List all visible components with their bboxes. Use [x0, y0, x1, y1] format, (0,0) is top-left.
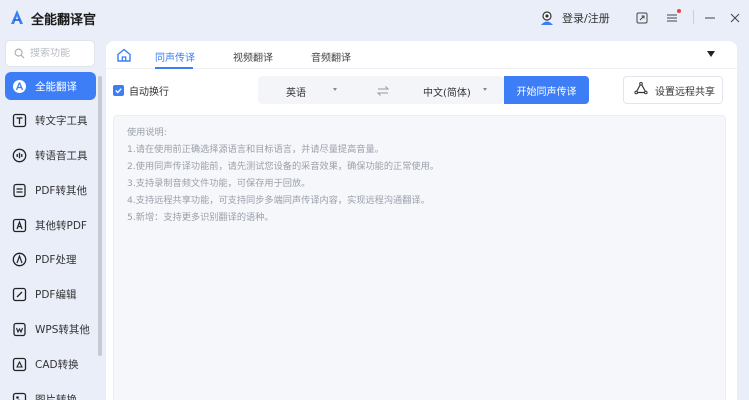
instruction-line: 1.请在使用前正确选择源语言和目标语言，并请尽量提高音量。	[127, 144, 384, 155]
sidebar-item-label: WPS转其他	[35, 324, 90, 337]
login-label: 登录/注册	[562, 12, 610, 25]
tab-audio[interactable]: 音频翻译	[311, 49, 351, 64]
notification-dot	[677, 9, 681, 13]
transcript-area[interactable]: 使用说明: 1.请在使用前正确选择源语言和目标语言，并请尽量提高音量。 2.使用…	[113, 115, 726, 400]
toolbar: 自动换行 英语 中文(简体) 开始同声传译 设置远程共享	[106, 76, 737, 106]
sidebar-item-pdf-process[interactable]: PDF处理	[5, 246, 96, 274]
to-pdf-icon	[12, 218, 27, 233]
minimize-icon[interactable]	[701, 9, 719, 27]
instructions-title: 使用说明:	[127, 127, 167, 138]
app-title: 全能翻译官	[31, 13, 97, 28]
start-interpretation-button[interactable]: 开始同声传译	[504, 76, 589, 104]
target-language-select[interactable]: 中文(简体)	[423, 84, 471, 99]
sidebar-item-voice-tool[interactable]: 转语音工具	[5, 142, 96, 170]
expand-icon[interactable]	[633, 9, 651, 27]
remote-share-button[interactable]: 设置远程共享	[623, 76, 723, 104]
instruction-line: 2.使用同声传译功能前，请先测试您设备的采音效果，确保功能的正常使用。	[127, 161, 439, 172]
source-language-select[interactable]: 英语	[286, 84, 306, 99]
search-box[interactable]	[5, 40, 95, 67]
text-tool-icon	[12, 113, 27, 128]
active-tab-indicator	[155, 67, 193, 69]
translate-icon	[12, 79, 27, 94]
sidebar-item-label: 图片转换	[35, 393, 77, 400]
home-icon[interactable]	[116, 47, 132, 63]
sidebar-item-to-pdf[interactable]: 其他转PDF	[5, 211, 96, 239]
app-logo-icon	[8, 8, 26, 26]
sidebar-item-wps-convert[interactable]: WPS转其他	[5, 316, 96, 344]
title-bar: 全能翻译官 登录/注册	[0, 0, 749, 36]
sidebar-item-label: PDF编辑	[35, 289, 77, 302]
voice-tool-icon	[12, 148, 27, 163]
tab-simultaneous[interactable]: 同声传译	[155, 49, 195, 64]
sidebar-item-pdf-convert[interactable]: PDF转其他	[5, 176, 96, 204]
instruction-line: 3.支持录制音频文件功能，可保存用于回放。	[127, 178, 311, 189]
titlebar-divider	[693, 10, 694, 24]
sidebar-item-cad-convert[interactable]: CAD转换	[5, 350, 96, 378]
chevron-down-icon[interactable]	[707, 51, 715, 57]
pdf-convert-icon	[12, 183, 27, 198]
source-caret-icon	[333, 88, 337, 91]
sidebar-item-image-convert[interactable]: 图片转换	[5, 385, 96, 400]
tabs-bar: 同声传译 视频翻译 音频翻译	[106, 41, 737, 69]
target-caret-icon	[483, 88, 487, 91]
search-icon	[14, 44, 25, 63]
login-button[interactable]: 登录/注册	[533, 6, 619, 30]
checkbox-checked-icon[interactable]	[113, 85, 124, 96]
remote-share-label: 设置远程共享	[655, 86, 715, 98]
tab-video[interactable]: 视频翻译	[233, 49, 273, 64]
sidebar-item-label: 转语音工具	[35, 150, 88, 163]
sidebar-item-label: 全能翻译	[35, 80, 77, 93]
sidebar-item-label: CAD转换	[35, 358, 79, 371]
nav-list: 全能翻译 转文字工具 转语音工具 PDF转其他 其他转PDF PDF处理 PDF…	[5, 72, 96, 400]
auto-wrap-checkbox[interactable]: 自动换行	[113, 83, 169, 98]
sidebar-item-label: 其他转PDF	[35, 219, 87, 232]
sidebar: 全能翻译 转文字工具 转语音工具 PDF转其他 其他转PDF	[0, 36, 104, 400]
pdf-process-icon	[12, 252, 27, 267]
sidebar-item-text-tool[interactable]: 转文字工具	[5, 107, 96, 135]
swap-icon[interactable]	[376, 83, 390, 97]
main-panel: 同声传译 视频翻译 音频翻译 自动换行 英语 中文(简体) 开始同声传译 设置远…	[106, 41, 737, 400]
cad-convert-icon	[12, 357, 27, 372]
auto-wrap-label: 自动换行	[129, 87, 169, 98]
language-selector: 英语 中文(简体)	[258, 76, 504, 104]
share-icon	[634, 81, 648, 99]
sidebar-item-label: PDF处理	[35, 254, 77, 267]
sidebar-scrollbar[interactable]	[98, 76, 102, 356]
instruction-line: 5.新增：支持更多识别翻译的语种。	[127, 212, 274, 223]
close-icon[interactable]	[726, 9, 744, 27]
sidebar-item-label: 转文字工具	[35, 115, 88, 128]
user-avatar-icon	[538, 9, 556, 27]
instruction-line: 4.支持远程共享功能，可支持同步多端同声传译内容，实现远程沟通翻译。	[127, 195, 430, 206]
pdf-edit-icon	[12, 287, 27, 302]
search-input[interactable]	[30, 48, 90, 59]
wps-convert-icon	[12, 322, 27, 337]
image-convert-icon	[12, 392, 27, 400]
sidebar-item-translate[interactable]: 全能翻译	[5, 72, 96, 100]
sidebar-item-pdf-edit[interactable]: PDF编辑	[5, 281, 96, 309]
sidebar-item-label: PDF转其他	[35, 184, 87, 197]
